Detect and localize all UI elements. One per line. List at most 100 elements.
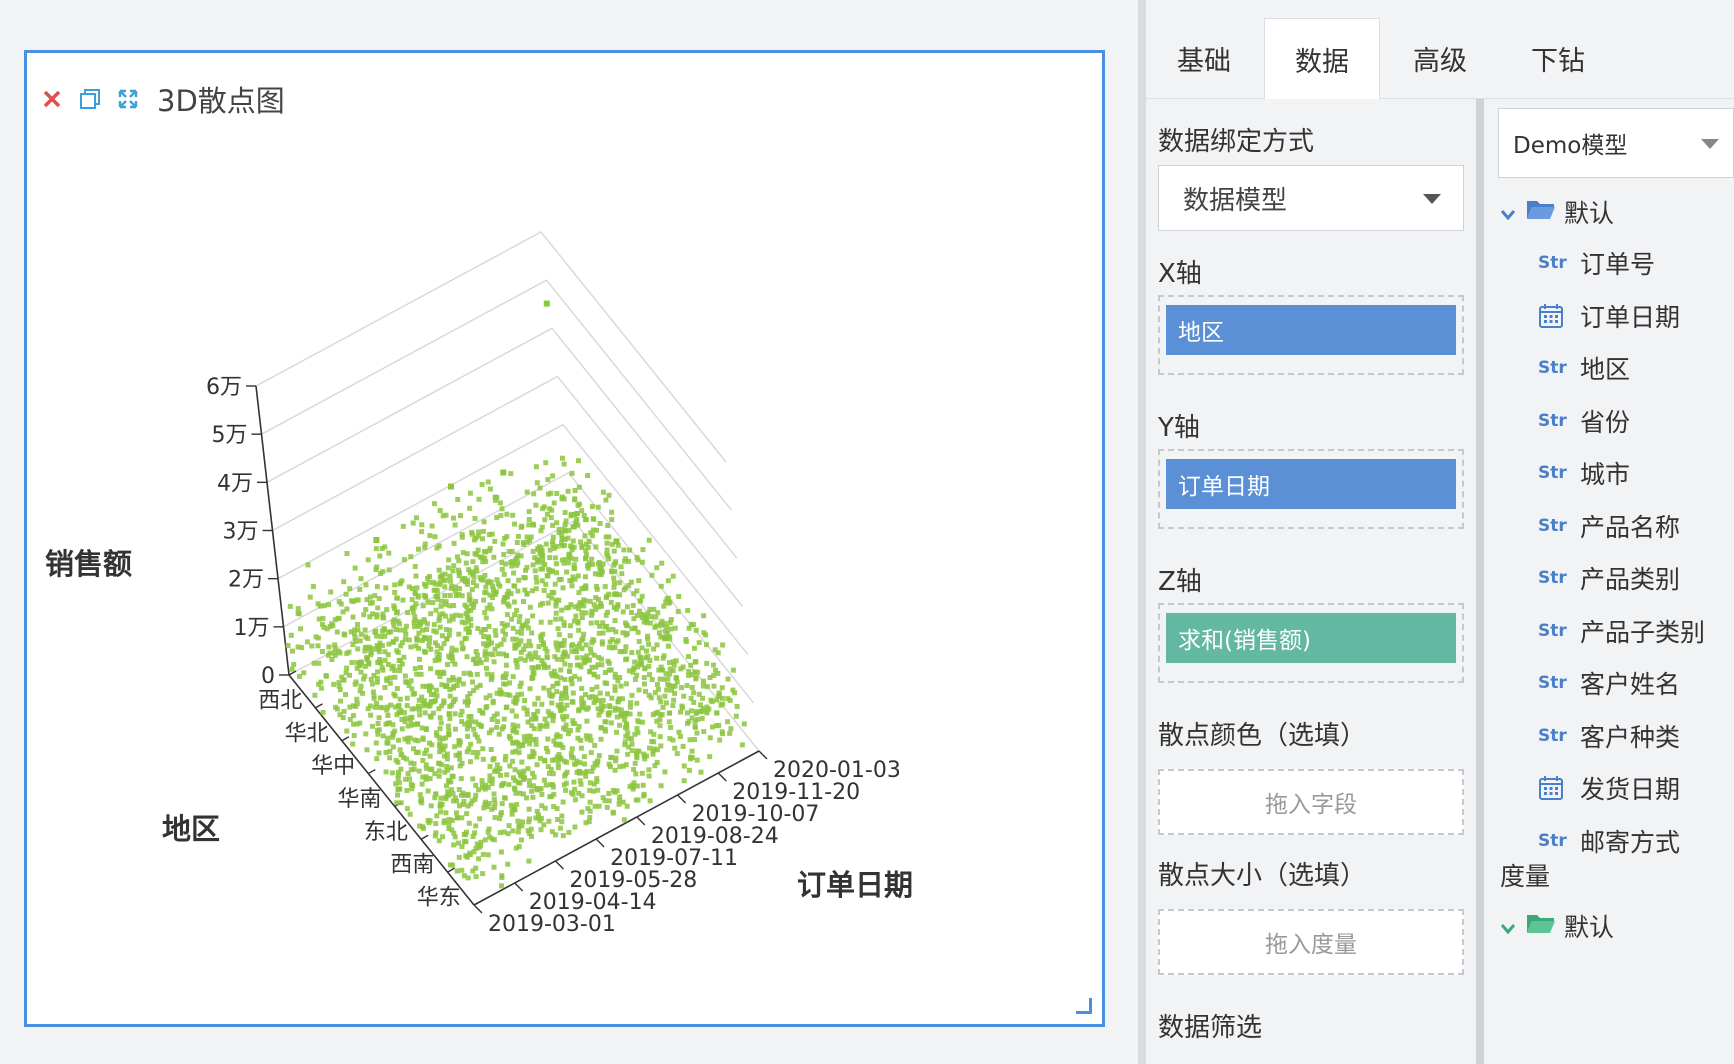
scatter-point xyxy=(447,693,453,699)
field-item[interactable]: Str 产品子类别 xyxy=(1538,611,1705,651)
close-icon[interactable] xyxy=(39,86,65,112)
scatter-point xyxy=(634,588,640,594)
x-axis-drop-zone[interactable]: 地区 xyxy=(1158,295,1464,375)
scrollbar[interactable] xyxy=(1476,99,1484,1064)
scatter-point xyxy=(392,674,398,680)
z-axis-label: Z轴 xyxy=(1158,567,1202,597)
resize-handle[interactable] xyxy=(1076,998,1092,1014)
scatter-point xyxy=(549,589,555,595)
scatter-point xyxy=(593,607,599,612)
field-item[interactable]: Str 地区 xyxy=(1538,348,1630,388)
field-item[interactable]: Str 产品类别 xyxy=(1538,558,1680,598)
field-item[interactable]: Str 省份 xyxy=(1538,401,1630,441)
scatter-point xyxy=(432,534,438,540)
tab-basic[interactable]: 基础 xyxy=(1146,18,1262,98)
scatter-point xyxy=(486,730,492,736)
scatter-point xyxy=(509,811,515,817)
scatter-point xyxy=(618,564,624,570)
z-axis-field-chip[interactable]: 求和(销售额) xyxy=(1166,613,1456,663)
scatter-point xyxy=(499,560,505,565)
field-item[interactable]: Str 客户姓名 xyxy=(1538,663,1680,703)
scatter-point xyxy=(489,717,495,722)
scatter-point xyxy=(657,734,663,740)
scatter-point xyxy=(551,500,557,506)
tab-drilldown[interactable]: 下钻 xyxy=(1500,18,1616,98)
scatter-point xyxy=(627,704,633,710)
scatter-point xyxy=(513,636,519,642)
scatter-point xyxy=(412,737,418,743)
scatter-point xyxy=(635,649,641,655)
scatter-point xyxy=(358,576,364,582)
scatter-point xyxy=(417,823,423,829)
tab-advanced[interactable]: 高级 xyxy=(1382,18,1498,98)
scatter-point xyxy=(489,672,495,678)
field-item[interactable]: Str 产品名称 xyxy=(1538,506,1680,546)
scatter-point xyxy=(651,606,657,612)
scatter-point xyxy=(373,546,379,552)
field-item[interactable]: Str 邮寄方式 xyxy=(1538,821,1680,861)
scatter-point xyxy=(587,780,593,786)
z-axis-drop-zone[interactable]: 求和(销售额) xyxy=(1158,603,1464,683)
scatter-point xyxy=(603,497,609,503)
scatter-point xyxy=(596,803,602,809)
scatter-point xyxy=(688,621,694,627)
scatter-point xyxy=(704,684,710,690)
scatter-point xyxy=(538,619,544,625)
y-axis-field-chip[interactable]: 订单日期 xyxy=(1166,459,1456,509)
scatter-point xyxy=(498,641,504,647)
measure-folder[interactable]: 默认 xyxy=(1500,906,1614,946)
scatter-point xyxy=(529,833,534,839)
scatter-point xyxy=(483,705,489,711)
scatter-point xyxy=(446,557,452,563)
scatter-point xyxy=(641,751,647,757)
scatter-point xyxy=(380,667,386,673)
scatter-point xyxy=(606,703,612,709)
field-item[interactable]: Str 城市 xyxy=(1538,453,1630,493)
scatter-point xyxy=(472,537,477,543)
field-item[interactable]: Str 订单号 xyxy=(1538,243,1655,283)
model-select[interactable]: Demo模型 xyxy=(1498,108,1734,178)
field-item[interactable]: Str 客户种类 xyxy=(1538,716,1680,756)
field-item[interactable]: 订单日期 xyxy=(1538,296,1680,336)
scatter-point xyxy=(515,818,521,824)
scatter-point xyxy=(470,834,476,839)
scatter-point xyxy=(349,660,355,665)
binding-method-select[interactable]: 数据模型 xyxy=(1158,165,1464,231)
scatter-point xyxy=(687,737,693,743)
field-item[interactable]: 发货日期 xyxy=(1538,768,1680,808)
scatter-point xyxy=(634,672,640,678)
scatter-point xyxy=(285,643,291,648)
fullscreen-icon[interactable] xyxy=(115,86,141,112)
scatter-point xyxy=(632,659,638,665)
panel-divider[interactable] xyxy=(1138,0,1146,1064)
x-axis-field-chip[interactable]: 地区 xyxy=(1166,305,1456,355)
copy-icon[interactable] xyxy=(77,86,103,112)
y-axis-drop-zone[interactable]: 订单日期 xyxy=(1158,449,1464,529)
scatter-point xyxy=(412,564,418,569)
scatter-point xyxy=(413,643,419,649)
dimension-folder[interactable]: 默认 xyxy=(1500,192,1614,232)
scatter-point xyxy=(509,549,515,554)
scatter-point xyxy=(666,710,672,716)
scatter-point xyxy=(443,794,449,800)
scatter-point xyxy=(599,662,605,668)
scatter-point xyxy=(501,724,507,730)
scatter-point xyxy=(613,538,620,545)
scatter-point xyxy=(524,489,530,495)
scatter-point xyxy=(537,485,543,491)
point-size-drop-zone[interactable]: 拖入度量 xyxy=(1158,909,1464,975)
tab-data[interactable]: 数据 xyxy=(1264,18,1380,99)
chart-card[interactable]: 0 1万 2万 3万 4万 5万 6万 西北 华北 华中 华南 东北 西南 华东 2019-03-01 201… xyxy=(24,50,1105,1027)
scatter-point xyxy=(614,729,619,735)
scatter-point xyxy=(469,529,475,535)
scatter-point xyxy=(492,815,498,820)
point-color-drop-zone[interactable]: 拖入字段 xyxy=(1158,769,1464,835)
scatter-point xyxy=(319,649,325,654)
scatter-point xyxy=(488,747,494,752)
scatter-point xyxy=(445,662,450,667)
scatter-point xyxy=(555,817,561,822)
scatter-point xyxy=(576,790,582,796)
scatter-point xyxy=(465,803,471,809)
scatter-point xyxy=(594,620,600,626)
scatter-point xyxy=(427,686,433,692)
